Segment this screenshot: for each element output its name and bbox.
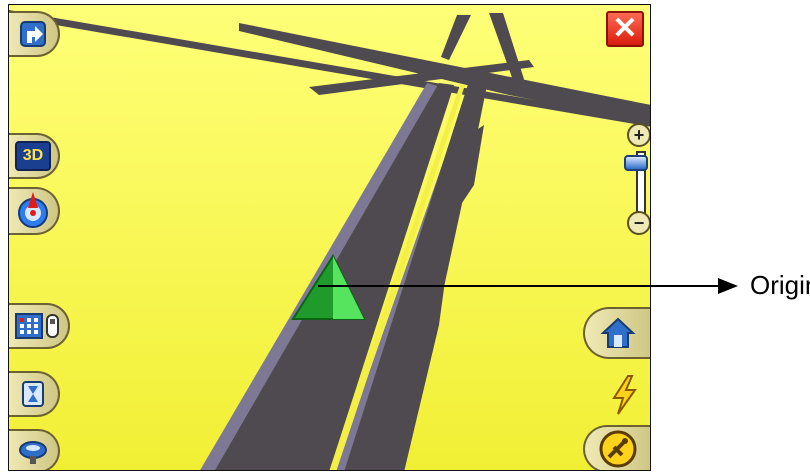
- power-indicator[interactable]: [606, 373, 642, 417]
- origin-label: Origin: [750, 270, 810, 300]
- compass-button[interactable]: [9, 187, 60, 235]
- satellite-button[interactable]: [9, 429, 60, 470]
- minus-icon: −: [633, 213, 645, 233]
- turn-right-arrow-icon: [20, 21, 46, 47]
- poi-button[interactable]: [9, 303, 70, 349]
- view-3d-label: 3D: [14, 141, 52, 171]
- turn-button[interactable]: [9, 11, 60, 57]
- close-icon: ✕: [612, 12, 638, 45]
- gps-button[interactable]: [583, 425, 650, 470]
- view-3d-button[interactable]: 3D: [9, 133, 60, 179]
- home-icon: [600, 317, 636, 348]
- zoom-slider-thumb[interactable]: [624, 155, 648, 171]
- lightning-icon: [612, 375, 637, 415]
- compass-icon: [18, 192, 48, 228]
- zoom-out-button[interactable]: −: [627, 211, 650, 235]
- satellite-dish-icon: [19, 441, 47, 464]
- hourglass-icon: [22, 381, 44, 407]
- map-view[interactable]: 3D ✕ + −: [8, 4, 651, 471]
- gps-antenna-icon: [599, 430, 637, 468]
- home-button[interactable]: [583, 307, 650, 359]
- map-canvas: [9, 5, 650, 470]
- plus-icon: +: [633, 125, 645, 145]
- route-time-button[interactable]: [9, 371, 60, 417]
- grid-poi-icon: [15, 313, 59, 339]
- close-button[interactable]: ✕: [606, 11, 644, 47]
- zoom-in-button[interactable]: +: [627, 123, 650, 147]
